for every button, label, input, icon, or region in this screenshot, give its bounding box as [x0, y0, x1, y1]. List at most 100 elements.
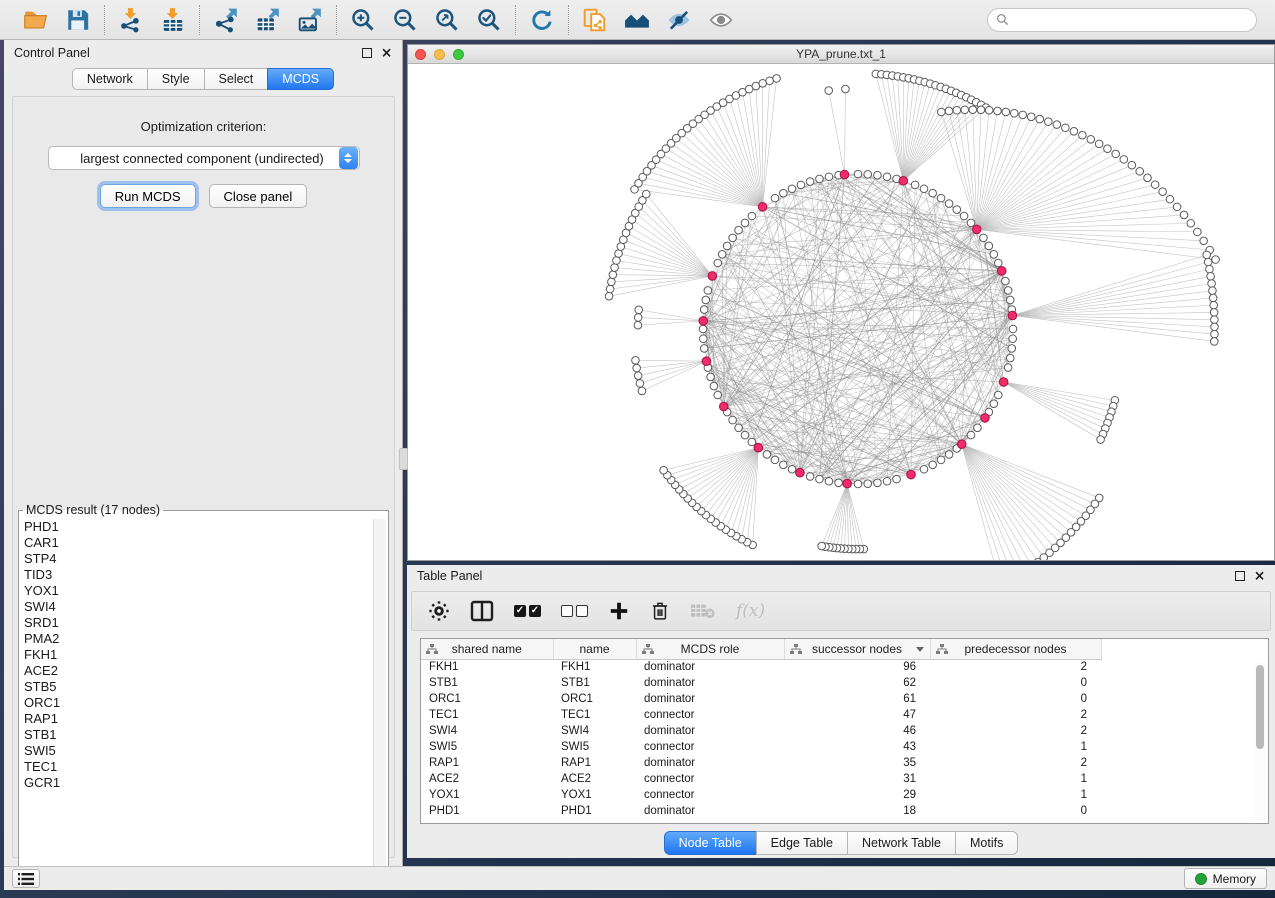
- export-image-icon[interactable]: [296, 6, 324, 34]
- split-panel-icon[interactable]: [470, 597, 494, 625]
- close-panel-icon[interactable]: ⨯: [381, 48, 392, 58]
- col-predecessor-nodes[interactable]: predecessor nodes: [930, 639, 1101, 659]
- mcds-node[interactable]: YOX1: [21, 583, 373, 599]
- mcds-node[interactable]: TEC1: [21, 759, 373, 775]
- tab-select[interactable]: Select: [204, 68, 268, 90]
- save-session-icon[interactable]: [64, 6, 92, 34]
- delete-column-trash-icon[interactable]: [650, 597, 670, 625]
- attribute-type-icon: [936, 644, 948, 654]
- table-row[interactable]: FKH1FKH1dominator962: [421, 659, 1101, 675]
- minimize-window-icon[interactable]: [434, 49, 445, 60]
- network-window-titlebar[interactable]: YPA_prune.txt_1: [408, 45, 1274, 64]
- criterion-select[interactable]: largest connected component (undirected): [48, 146, 360, 170]
- table-row[interactable]: PHD1PHD1dominator180: [421, 803, 1101, 819]
- select-all-icon[interactable]: ✓✓: [514, 597, 541, 625]
- search-area: [987, 8, 1257, 32]
- vertical-splitter-grip[interactable]: [399, 448, 408, 470]
- close-panel-button[interactable]: Close panel: [209, 184, 308, 208]
- table-row[interactable]: ORC1ORC1dominator610: [421, 691, 1101, 707]
- status-bar: Memory: [4, 866, 1275, 890]
- search-icon: [996, 13, 1009, 26]
- memory-button[interactable]: Memory: [1184, 868, 1267, 889]
- mcds-node[interactable]: ORC1: [21, 695, 373, 711]
- optimization-criterion-label: Optimization criterion:: [13, 119, 394, 134]
- show-hidden-icon[interactable]: [707, 6, 735, 34]
- close-panel-icon[interactable]: ⨯: [1254, 571, 1265, 581]
- mcds-node[interactable]: ACE2: [21, 663, 373, 679]
- table-row[interactable]: SWI5SWI5connector431: [421, 739, 1101, 755]
- table-row[interactable]: STB1STB1dominator620: [421, 675, 1101, 691]
- mcds-node[interactable]: SWI4: [21, 599, 373, 615]
- open-session-icon[interactable]: [22, 6, 50, 34]
- table-settings-gear-icon[interactable]: [428, 597, 450, 625]
- tab-style[interactable]: Style: [147, 68, 204, 90]
- tab-node-table[interactable]: Node Table: [664, 831, 756, 855]
- export-table-icon[interactable]: [254, 6, 282, 34]
- node-table: shared name name MCDS role successor nod…: [420, 638, 1269, 824]
- zoom-selected-icon[interactable]: [475, 6, 503, 34]
- hide-selected-icon[interactable]: [665, 6, 693, 34]
- network-canvas[interactable]: [408, 64, 1274, 560]
- mcds-node[interactable]: CAR1: [21, 535, 373, 551]
- tab-network-table[interactable]: Network Table: [847, 831, 955, 855]
- mcds-node[interactable]: STB1: [21, 727, 373, 743]
- sort-descending-icon: [916, 647, 924, 652]
- refresh-view-icon[interactable]: [528, 6, 556, 34]
- maximize-window-icon[interactable]: [453, 49, 464, 60]
- mcds-node[interactable]: RAP1: [21, 711, 373, 727]
- control-panel-title: Control Panel: [14, 46, 362, 60]
- tab-network[interactable]: Network: [72, 68, 147, 90]
- tab-edge-table[interactable]: Edge Table: [756, 831, 847, 855]
- zoom-in-icon[interactable]: [349, 6, 377, 34]
- mcds-scrollbar[interactable]: [373, 519, 386, 872]
- network-overview-icon[interactable]: [623, 6, 651, 34]
- search-field[interactable]: [987, 8, 1257, 32]
- mcds-node[interactable]: SWI5: [21, 743, 373, 759]
- close-window-icon[interactable]: [415, 49, 426, 60]
- import-table-icon[interactable]: [159, 6, 187, 34]
- mcds-node[interactable]: TID3: [21, 567, 373, 583]
- export-network-icon[interactable]: [212, 6, 240, 34]
- mcds-node[interactable]: GCR1: [21, 775, 373, 791]
- tab-motifs[interactable]: Motifs: [955, 831, 1018, 855]
- table-scrollbar-thumb[interactable]: [1256, 665, 1264, 749]
- table-row[interactable]: RAP1RAP1dominator352: [421, 755, 1101, 771]
- mcds-result-list[interactable]: PHD1 CAR1 STP4 TID3 YOX1 SWI4 SRD1 PMA2 …: [21, 519, 373, 872]
- float-panel-icon[interactable]: [362, 48, 372, 58]
- zoom-group: [337, 6, 515, 34]
- mcds-node[interactable]: PHD1: [21, 519, 373, 535]
- control-panel-tabs: Network Style Select MCDS: [4, 68, 402, 90]
- deselect-all-icon[interactable]: [561, 597, 588, 625]
- table-row[interactable]: ACE2ACE2connector311: [421, 771, 1101, 787]
- zoom-out-icon[interactable]: [391, 6, 419, 34]
- col-successor-nodes[interactable]: successor nodes: [784, 639, 930, 659]
- table-panel-titlebar: Table Panel ⨯: [407, 565, 1275, 587]
- mcds-node[interactable]: FKH1: [21, 647, 373, 663]
- tab-mcds[interactable]: MCDS: [267, 68, 334, 90]
- network-graph: [408, 64, 1274, 560]
- network-view-window: YPA_prune.txt_1: [407, 44, 1275, 561]
- task-history-button[interactable]: [12, 869, 40, 888]
- col-mcds-role[interactable]: MCDS role: [636, 639, 784, 659]
- run-mcds-button[interactable]: Run MCDS: [100, 184, 196, 208]
- table-row[interactable]: SWI4SWI4dominator462: [421, 723, 1101, 739]
- import-network-icon[interactable]: [117, 6, 145, 34]
- mcds-node[interactable]: SRD1: [21, 615, 373, 631]
- float-panel-icon[interactable]: [1235, 571, 1245, 581]
- mcds-node[interactable]: STP4: [21, 551, 373, 567]
- search-input[interactable]: [1014, 13, 1248, 27]
- mcds-result-group: MCDS result (17 nodes) PHD1 CAR1 STP4 TI…: [18, 503, 389, 875]
- add-column-icon[interactable]: [608, 597, 630, 625]
- zoom-fit-icon[interactable]: [433, 6, 461, 34]
- table-row[interactable]: TEC1TEC1connector472: [421, 707, 1101, 723]
- table-row[interactable]: YOX1YOX1connector291: [421, 787, 1101, 803]
- memory-label: Memory: [1213, 872, 1256, 886]
- refresh-group: [516, 6, 568, 34]
- table-scrollbar[interactable]: [1255, 663, 1265, 821]
- attribute-type-icon: [642, 644, 654, 654]
- mcds-node[interactable]: PMA2: [21, 631, 373, 647]
- col-shared-name[interactable]: shared name: [421, 639, 553, 659]
- new-network-from-selection-icon[interactable]: [581, 6, 609, 34]
- col-name[interactable]: name: [553, 639, 636, 659]
- mcds-node[interactable]: STB5: [21, 679, 373, 695]
